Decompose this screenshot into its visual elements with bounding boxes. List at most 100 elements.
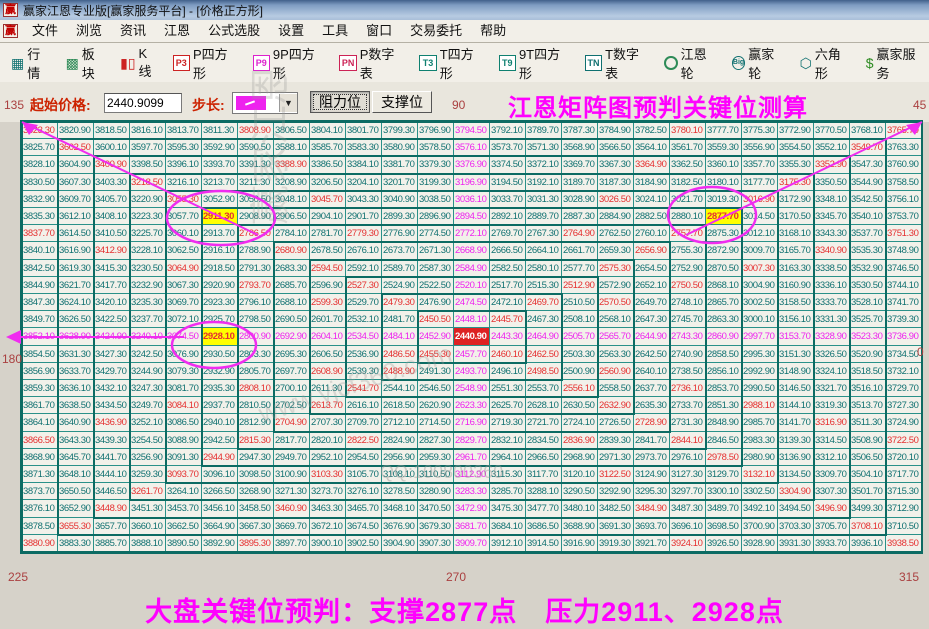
grid-cell[interactable]: 2851.30: [706, 397, 742, 415]
grid-cell[interactable]: 2474.50: [454, 294, 490, 312]
grid-cell[interactable]: 3055.30: [166, 190, 202, 208]
grid-cell[interactable]: 3124.90: [634, 466, 670, 484]
grid-cell[interactable]: 3324.10: [814, 362, 850, 380]
grid-cell[interactable]: 3218.50: [130, 173, 166, 191]
grid-cell[interactable]: 3854.50: [22, 345, 58, 363]
grid-cell[interactable]: 3547.30: [850, 156, 886, 174]
toolbar-button-板块[interactable]: ▩ 板块: [59, 47, 114, 81]
grid-cell[interactable]: 2553.70: [526, 380, 562, 398]
grid-cell[interactable]: 2985.70: [742, 414, 778, 432]
grid-cell[interactable]: 3208.90: [274, 173, 310, 191]
grid-cell[interactable]: 3477.70: [526, 500, 562, 518]
grid-cell[interactable]: 2496.10: [490, 362, 526, 380]
grid-cell[interactable]: 2580.10: [526, 259, 562, 277]
grid-cell[interactable]: 2704.90: [274, 414, 310, 432]
grid-cell[interactable]: 3165.70: [778, 242, 814, 260]
grid-cell[interactable]: 3307.30: [814, 483, 850, 501]
grid-cell[interactable]: 2860.90: [706, 328, 742, 346]
grid-cell[interactable]: 2493.70: [454, 362, 490, 380]
grid-cell[interactable]: 3247.30: [130, 380, 166, 398]
grid-cell[interactable]: 3559.30: [706, 139, 742, 157]
grid-cell[interactable]: 2709.70: [346, 414, 382, 432]
grid-cell[interactable]: 2560.90: [598, 362, 634, 380]
toolbar-button-赢家服务[interactable]: $ 赢家服务: [859, 47, 929, 81]
toolbar-button-K线[interactable]: ▮▯ K线: [113, 46, 166, 79]
grid-cell[interactable]: 2815.30: [238, 431, 274, 449]
grid-cell[interactable]: 3645.70: [58, 448, 94, 466]
grid-cell[interactable]: 3216.10: [166, 173, 202, 191]
grid-cell[interactable]: 2964.10: [490, 448, 526, 466]
grid-cell[interactable]: 2726.50: [598, 414, 634, 432]
grid-cell[interactable]: 2534.50: [346, 328, 382, 346]
grid-cell[interactable]: 3801.70: [346, 122, 382, 140]
grid-cell[interactable]: 2484.10: [382, 328, 418, 346]
grid-cell[interactable]: 3528.10: [850, 294, 886, 312]
grid-cell[interactable]: 3105.70: [346, 466, 382, 484]
grid-cell[interactable]: 3892.90: [202, 534, 238, 552]
grid-cell[interactable]: 2935.30: [202, 380, 238, 398]
grid-cell[interactable]: 3849.70: [22, 311, 58, 329]
grid-cell[interactable]: 3408.10: [94, 208, 130, 226]
grid-cell[interactable]: 3024.10: [634, 190, 670, 208]
grid-cell[interactable]: 3304.90: [778, 483, 814, 501]
grid-cell[interactable]: 3470.50: [418, 500, 454, 518]
grid-cell[interactable]: 2656.90: [634, 242, 670, 260]
grid-cell[interactable]: 3897.70: [274, 534, 310, 552]
grid-cell[interactable]: 3487.30: [670, 500, 706, 518]
grid-cell[interactable]: 3139.30: [778, 431, 814, 449]
grid-cell[interactable]: 3292.90: [598, 483, 634, 501]
grid-cell[interactable]: 3520.90: [850, 345, 886, 363]
grid-cell[interactable]: 2596.90: [310, 276, 346, 294]
grid-cell[interactable]: 3607.30: [58, 173, 94, 191]
chevron-down-icon[interactable]: ▼: [279, 94, 297, 112]
grid-cell[interactable]: 3326.50: [814, 345, 850, 363]
grid-cell[interactable]: 3676.90: [382, 517, 418, 535]
grid-cell[interactable]: 3463.30: [310, 500, 346, 518]
grid-cell[interactable]: 3079.30: [166, 362, 202, 380]
grid-cell[interactable]: 3302.50: [742, 483, 778, 501]
grid-cell[interactable]: 3052.90: [202, 190, 238, 208]
grid-cell[interactable]: 3386.50: [310, 156, 346, 174]
grid-cell[interactable]: 3391.30: [238, 156, 274, 174]
grid-cell[interactable]: 3381.70: [382, 156, 418, 174]
grid-cell[interactable]: 2755.30: [670, 242, 706, 260]
grid-cell[interactable]: 2748.10: [670, 294, 706, 312]
grid-cell[interactable]: 2508.10: [562, 311, 598, 329]
grid-cell[interactable]: 2877.70: [706, 208, 742, 226]
grid-cell[interactable]: 2810.50: [238, 397, 274, 415]
grid-cell[interactable]: 3648.10: [58, 466, 94, 484]
grid-cell[interactable]: 3751.30: [886, 225, 922, 243]
grid-cell[interactable]: 2750.50: [670, 276, 706, 294]
grid-cell[interactable]: 3350.50: [814, 173, 850, 191]
grid-cell[interactable]: 3552.10: [814, 139, 850, 157]
grid-cell[interactable]: 2937.70: [202, 397, 238, 415]
grid-cell[interactable]: 2745.70: [670, 311, 706, 329]
grid-cell[interactable]: 3273.70: [310, 483, 346, 501]
grid-cell[interactable]: 3482.50: [598, 500, 634, 518]
grid-cell[interactable]: 3067.30: [166, 276, 202, 294]
grid-cell[interactable]: 2601.70: [310, 311, 346, 329]
grid-cell[interactable]: 3873.70: [22, 483, 58, 501]
grid-cell[interactable]: 2443.30: [490, 328, 526, 346]
grid-cell[interactable]: 3244.90: [130, 362, 166, 380]
grid-cell[interactable]: 3535.30: [850, 242, 886, 260]
grid-cell[interactable]: 3856.90: [22, 362, 58, 380]
grid-cell[interactable]: 2892.10: [490, 208, 526, 226]
grid-cell[interactable]: 3688.90: [562, 517, 598, 535]
grid-cell[interactable]: 3297.70: [670, 483, 706, 501]
grid-cell[interactable]: 3290.50: [562, 483, 598, 501]
grid-cell[interactable]: 3136.90: [778, 448, 814, 466]
grid-cell[interactable]: 3907.30: [418, 534, 454, 552]
grid-cell[interactable]: 2584.90: [454, 259, 490, 277]
grid-cell[interactable]: 3057.70: [166, 208, 202, 226]
grid-cell[interactable]: 3050.50: [238, 190, 274, 208]
grid-cell[interactable]: 3146.50: [778, 380, 814, 398]
grid-cell[interactable]: 3744.10: [886, 276, 922, 294]
grid-cell[interactable]: 3696.10: [670, 517, 706, 535]
grid-cell[interactable]: 3319.30: [814, 397, 850, 415]
grid-cell[interactable]: 2503.30: [562, 345, 598, 363]
grid-cell[interactable]: 3040.90: [382, 190, 418, 208]
grid-cell[interactable]: 2632.90: [598, 397, 634, 415]
grid-cell[interactable]: 3132.10: [742, 466, 778, 484]
grid-cell[interactable]: 2808.10: [238, 380, 274, 398]
